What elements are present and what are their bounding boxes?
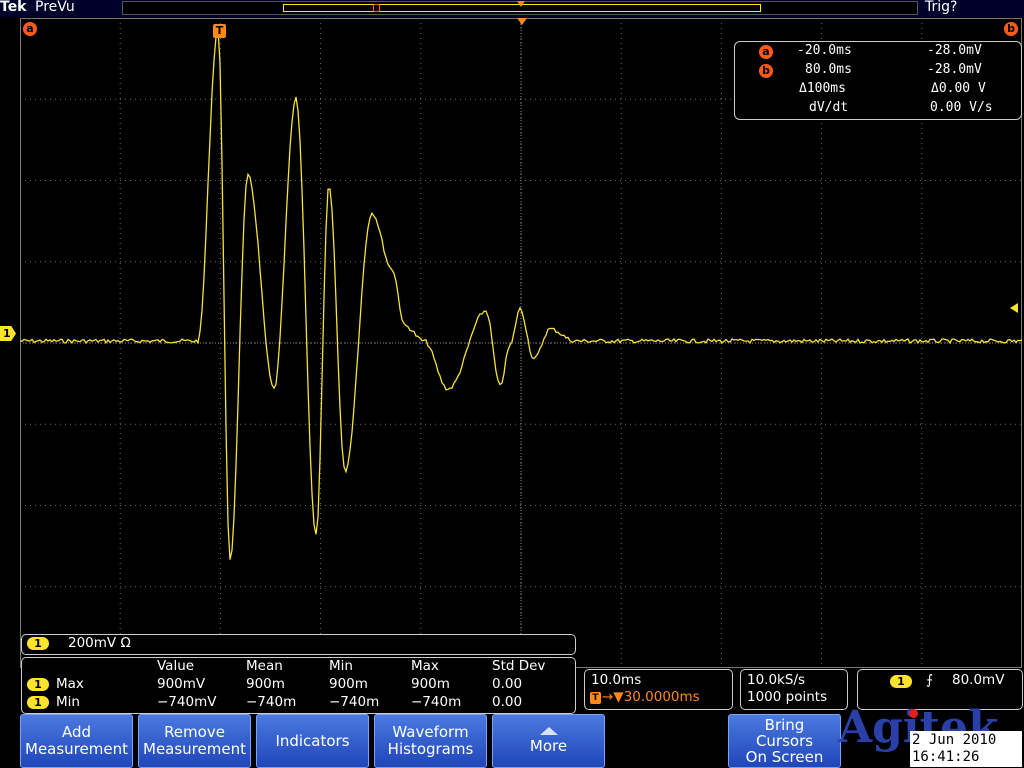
waveform-histograms-button[interactable]: Waveform Histograms [374, 714, 487, 768]
col-header-std-dev: Std Dev [492, 658, 546, 674]
record-length: 1000 points [747, 689, 828, 705]
horizontal-position: →▼30.0000ms [602, 689, 700, 705]
brand-label: Tek [0, 0, 27, 15]
trigger-source-badge: 1 [890, 675, 912, 688]
watermark-dot-icon [909, 709, 918, 718]
channel-1-scale: 200mV Ω [68, 635, 131, 651]
dvdt-value: 0.00 V/s [930, 100, 993, 115]
indicators-button[interactable]: Indicators [256, 714, 369, 768]
trigger-level: 80.0mV [952, 672, 1005, 688]
row-1-max: 900m [411, 676, 450, 692]
cursor-a-time: -20.0ms [797, 43, 852, 58]
acquisition-readout[interactable]: 10.0kS/s 1000 points [740, 669, 848, 710]
bring-cursors-on-screen-button[interactable]: Bring Cursors On Screen [728, 714, 841, 768]
horizontal-scale: 10.0ms [591, 672, 642, 688]
add-measurement-line2: Measurement [25, 740, 128, 758]
dvdt-label: dV/dt [809, 100, 849, 115]
row-2-min: −740m [329, 694, 380, 710]
bring-cursors-line3: On Screen [745, 748, 824, 766]
cursor-b-icon: b [759, 64, 773, 78]
cursor-a-icon: a [759, 45, 773, 59]
channel-1-badge: 1 [27, 637, 49, 650]
waveform-histograms-line2: Histograms [387, 740, 474, 758]
cursor-a-voltage: -28.0mV [927, 43, 982, 58]
bring-cursors-line2: Cursors [755, 732, 814, 750]
bring-cursors-line1: Bring [764, 716, 805, 734]
cursor-b-voltage: -28.0mV [927, 62, 982, 77]
row-2-std-dev: 0.00 [492, 694, 523, 710]
chevron-up-icon [539, 727, 558, 735]
col-header-min: Min [329, 658, 353, 674]
trigger-slope-icon: ⨍ [926, 672, 934, 688]
more-button[interactable]: More [492, 714, 605, 768]
row-2-channel-badge: 1 [27, 696, 49, 709]
record-position-icon [517, 1, 525, 7]
row-1-value: 900mV [157, 676, 206, 692]
expansion-point-icon [517, 18, 527, 25]
date: 2 Jun 2010 [912, 732, 997, 748]
col-header-value: Value [157, 658, 195, 674]
row-1-name: Max [56, 676, 84, 692]
row-2-name: Min [56, 694, 80, 710]
acquisition-mode-label: PreVu [35, 0, 75, 15]
trigger-status: Trig? [925, 0, 958, 15]
waveform-histograms-line1: Waveform [392, 723, 469, 741]
delta-voltage: Δ0.00 V [931, 81, 986, 96]
indicators-label: Indicators [275, 731, 350, 750]
cursor-a-marker-icon[interactable]: a [23, 22, 37, 36]
date-time-display: 2 Jun 2010 16:41:26 [910, 731, 1022, 767]
row-1-mean: 900m [246, 676, 285, 692]
row-2-value: −740mV [157, 694, 217, 710]
row-2-max: −740m [411, 694, 462, 710]
remove-measurement-line2: Measurement [143, 740, 246, 758]
remove-measurement-button[interactable]: Remove Measurement [138, 714, 251, 768]
add-measurement-button[interactable]: Add Measurement [20, 714, 133, 768]
delta-time: Δ100ms [799, 81, 846, 96]
channel-1-scale-readout[interactable]: 1 200mV Ω [21, 634, 576, 655]
cursor-b-time: 80.0ms [805, 62, 852, 77]
trigger-level-marker-icon[interactable] [1010, 303, 1018, 313]
cursor-readout-panel: a -20.0ms -28.0mV b 80.0ms -28.0mV Δ100m… [734, 41, 1022, 120]
row-1-channel-badge: 1 [27, 678, 49, 691]
measurement-table: Value Mean Min Max Std Dev 1 Max 900mV 9… [21, 657, 576, 714]
cursor-b-marker-icon[interactable]: b [1004, 22, 1018, 36]
trigger-position-icon[interactable]: T [213, 24, 226, 38]
sample-rate: 10.0kS/s [747, 672, 806, 688]
record-view-bar[interactable] [122, 1, 918, 15]
row-1-std-dev: 0.00 [492, 676, 523, 692]
time: 16:41:26 [912, 749, 980, 765]
col-header-max: Max [411, 658, 439, 674]
record-trigger-marker-icon [373, 4, 380, 12]
horizontal-readout[interactable]: 10.0ms T →▼30.0000ms [584, 669, 733, 710]
col-header-mean: Mean [246, 658, 283, 674]
more-label: More [529, 737, 568, 755]
trigger-offset-icon: T [590, 692, 601, 704]
row-1-min: 900m [329, 676, 368, 692]
row-2-mean: −740m [246, 694, 297, 710]
remove-measurement-line1: Remove [164, 723, 225, 741]
add-measurement-line1: Add [61, 723, 92, 741]
channel-1-ground-marker-icon[interactable]: 1 [0, 326, 16, 341]
